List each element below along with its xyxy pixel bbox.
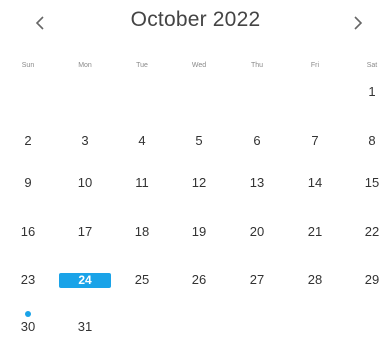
day-cell-10[interactable]: 10 bbox=[57, 172, 113, 194]
chevron-right-icon bbox=[354, 16, 363, 30]
day-number: 25 bbox=[134, 272, 150, 287]
weekday-label-fri: Fri bbox=[310, 62, 320, 69]
day-number: 16 bbox=[20, 224, 36, 239]
day-cell-26[interactable]: 26 bbox=[171, 269, 227, 291]
calendar-header: October 2022 bbox=[0, 0, 391, 44]
day-number: 15 bbox=[364, 175, 380, 190]
day-number: 3 bbox=[81, 133, 89, 148]
day-cell-4[interactable]: 4 bbox=[114, 130, 170, 152]
day-number: 11 bbox=[135, 175, 149, 190]
event-indicator-dot bbox=[25, 311, 31, 317]
weekday-label-thu: Thu bbox=[250, 62, 264, 69]
day-cell-8[interactable]: 8 bbox=[344, 130, 391, 152]
day-cell-28[interactable]: 28 bbox=[287, 269, 343, 291]
day-number: 8 bbox=[368, 133, 376, 148]
day-number: 21 bbox=[307, 224, 323, 239]
weekday-label-wed: Wed bbox=[191, 62, 207, 69]
day-number: 28 bbox=[307, 272, 323, 287]
day-cell-2[interactable]: 2 bbox=[0, 130, 56, 152]
day-number: 27 bbox=[249, 272, 265, 287]
day-cell-24[interactable]: 24 bbox=[57, 269, 113, 291]
day-cell-29[interactable]: 29 bbox=[344, 269, 391, 291]
selected-day-highlight: 24 bbox=[59, 273, 111, 288]
day-cell-30[interactable]: 30 bbox=[0, 316, 56, 338]
day-cell-5[interactable]: 5 bbox=[171, 130, 227, 152]
day-cell-19[interactable]: 19 bbox=[171, 221, 227, 243]
day-cell-23[interactable]: 23 bbox=[0, 269, 56, 291]
day-cell-21[interactable]: 21 bbox=[287, 221, 343, 243]
day-number: 26 bbox=[191, 272, 207, 287]
day-number: 31 bbox=[77, 319, 93, 334]
day-number: 19 bbox=[191, 224, 207, 239]
day-cell-9[interactable]: 9 bbox=[0, 172, 56, 194]
day-number: 1 bbox=[368, 84, 376, 99]
day-number: 6 bbox=[253, 133, 261, 148]
weekday-label-sat: Sat bbox=[366, 62, 378, 69]
day-number: 9 bbox=[24, 175, 32, 190]
weekday-label-mon: Mon bbox=[78, 62, 92, 69]
day-number: 29 bbox=[364, 272, 380, 287]
day-number: 20 bbox=[249, 224, 265, 239]
day-cell-20[interactable]: 20 bbox=[229, 221, 285, 243]
day-number: 5 bbox=[195, 133, 203, 148]
day-cell-16[interactable]: 16 bbox=[0, 221, 56, 243]
day-cell-18[interactable]: 18 bbox=[114, 221, 170, 243]
day-number: 4 bbox=[138, 133, 146, 148]
calendar: October 2022 Sun Mon Tue Wed Thu Fri Sat 12345… bbox=[0, 0, 391, 352]
day-number: 10 bbox=[77, 175, 93, 190]
weekday-label-sun: Sun bbox=[21, 62, 35, 69]
day-cell-11[interactable]: 11 bbox=[114, 172, 170, 194]
day-cell-7[interactable]: 7 bbox=[287, 130, 343, 152]
day-cell-15[interactable]: 15 bbox=[344, 172, 391, 194]
day-cell-6[interactable]: 6 bbox=[229, 130, 285, 152]
month-title: October 2022 bbox=[130, 8, 261, 31]
day-cell-22[interactable]: 22 bbox=[344, 221, 391, 243]
day-cell-14[interactable]: 14 bbox=[287, 172, 343, 194]
day-number: 22 bbox=[364, 224, 380, 239]
day-cell-27[interactable]: 27 bbox=[229, 269, 285, 291]
day-number: 30 bbox=[20, 319, 36, 334]
day-number: 17 bbox=[77, 224, 93, 239]
day-number: 23 bbox=[20, 272, 36, 287]
day-number: 13 bbox=[249, 175, 265, 190]
day-number: 2 bbox=[24, 133, 32, 148]
weekday-label-tue: Tue bbox=[136, 62, 148, 69]
day-cell-17[interactable]: 17 bbox=[57, 221, 113, 243]
day-number: 14 bbox=[307, 175, 323, 190]
day-cell-1[interactable]: 1 bbox=[344, 81, 391, 103]
day-number: 7 bbox=[311, 133, 319, 148]
day-cell-12[interactable]: 12 bbox=[171, 172, 227, 194]
day-number: 12 bbox=[191, 175, 207, 190]
next-month-button[interactable] bbox=[344, 9, 372, 37]
day-number: 18 bbox=[134, 224, 150, 239]
day-cell-31[interactable]: 31 bbox=[57, 316, 113, 338]
day-cell-25[interactable]: 25 bbox=[114, 269, 170, 291]
day-cell-3[interactable]: 3 bbox=[57, 130, 113, 152]
day-cell-13[interactable]: 13 bbox=[229, 172, 285, 194]
